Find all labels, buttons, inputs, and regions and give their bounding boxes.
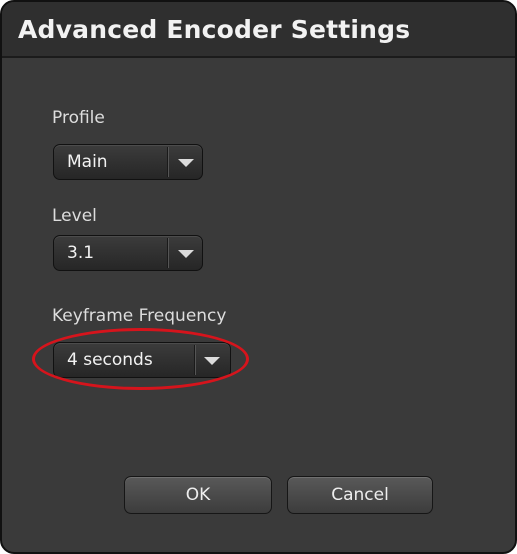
advanced-encoder-settings-dialog: Advanced Encoder Settings Profile Main L… <box>0 0 517 554</box>
keyframe-frequency-value: 4 seconds <box>67 350 153 370</box>
dialog-title: Advanced Encoder Settings <box>18 15 411 44</box>
level-value: 3.1 <box>67 243 95 263</box>
keyframe-frequency-label: Keyframe Frequency <box>52 306 227 326</box>
title-bar[interactable]: Advanced Encoder Settings <box>2 2 515 56</box>
keyframe-frequency-dropdown[interactable]: 4 seconds <box>53 342 231 378</box>
cancel-button[interactable]: Cancel <box>287 476 433 514</box>
title-separator <box>2 56 515 58</box>
profile-dropdown-divider <box>167 147 168 177</box>
chevron-down-icon <box>204 357 220 365</box>
ok-button[interactable]: OK <box>124 476 272 514</box>
profile-value: Main <box>67 152 108 172</box>
level-label: Level <box>52 206 97 226</box>
chevron-down-icon <box>178 250 194 258</box>
keyframe-dropdown-divider <box>194 345 195 375</box>
chevron-down-icon <box>178 159 194 167</box>
level-dropdown-divider <box>167 238 168 268</box>
level-dropdown[interactable]: 3.1 <box>53 235 203 271</box>
profile-label: Profile <box>52 108 105 128</box>
profile-dropdown[interactable]: Main <box>53 144 203 180</box>
